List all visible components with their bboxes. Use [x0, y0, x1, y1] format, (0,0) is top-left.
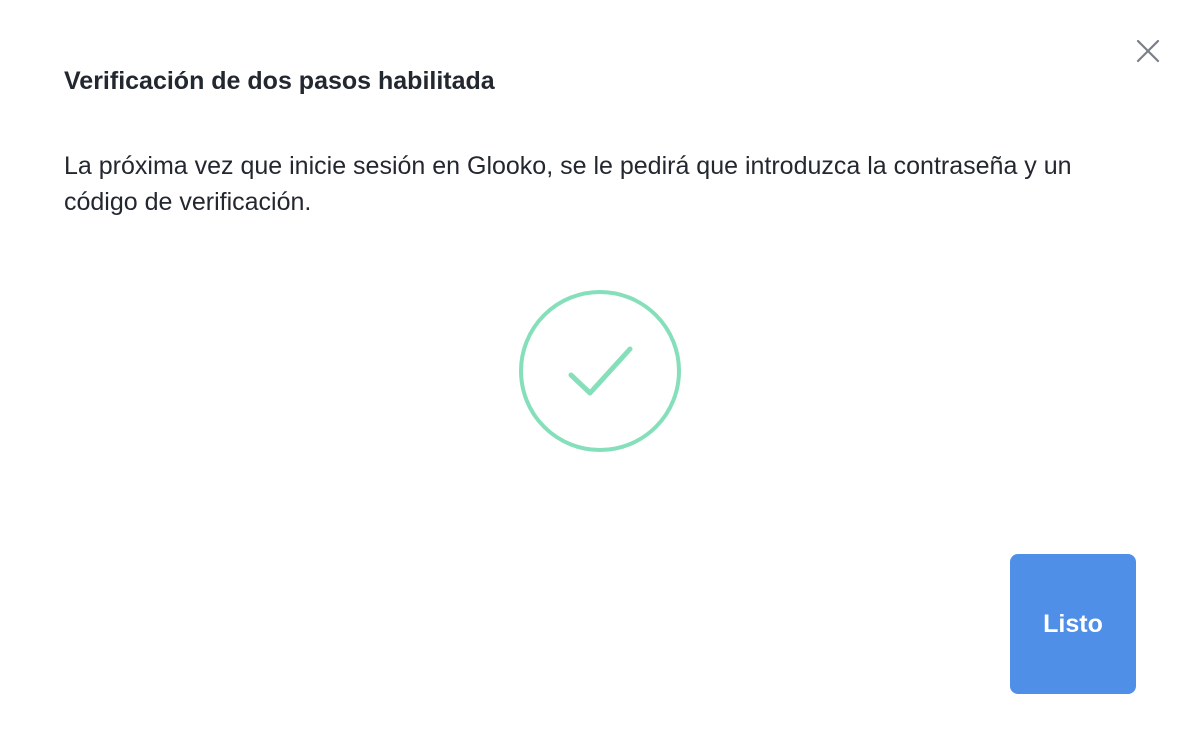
dialog-title: Verificación de dos pasos habilitada: [64, 67, 495, 95]
dialog-message: La próxima vez que inicie sesión en Gloo…: [64, 152, 1072, 216]
close-icon: [1136, 39, 1160, 63]
done-button[interactable]: Listo: [1010, 554, 1136, 694]
check-circle-icon: [519, 290, 681, 452]
two-step-verification-dialog: Verificación de dos pasos habilitada La …: [0, 0, 1192, 748]
close-button[interactable]: [1130, 33, 1166, 69]
